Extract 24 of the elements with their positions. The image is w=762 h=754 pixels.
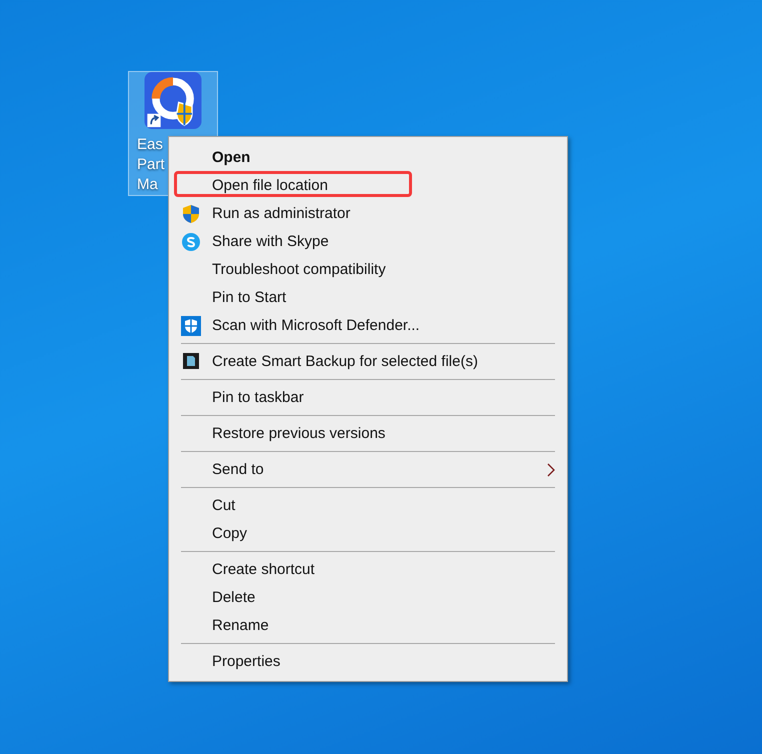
- menu-item[interactable]: Run as administrator: [169, 199, 567, 227]
- menu-item[interactable]: Pin to Start: [169, 283, 567, 311]
- menu-item[interactable]: Rename: [169, 611, 567, 639]
- menu-item[interactable]: Pin to taskbar: [169, 383, 567, 411]
- icon-label: Part: [137, 155, 165, 175]
- menu-item[interactable]: Delete: [169, 583, 567, 611]
- menu-item[interactable]: Share with Skype: [169, 227, 567, 255]
- shield-icon: [181, 204, 201, 224]
- app-icon: [143, 72, 203, 129]
- skype-icon: [181, 232, 201, 252]
- menu-item[interactable]: Restore previous versions: [169, 419, 567, 447]
- menu-item[interactable]: Troubleshoot compatibility: [169, 255, 567, 283]
- menu-item[interactable]: Scan with Microsoft Defender...: [169, 311, 567, 339]
- icon-label: Ma: [137, 175, 159, 195]
- menu-item[interactable]: Create shortcut: [169, 555, 567, 583]
- menu-item[interactable]: Cut: [169, 491, 567, 519]
- menu-item[interactable]: Create Smart Backup for selected file(s): [169, 347, 567, 375]
- menu-item[interactable]: Send to: [169, 455, 567, 483]
- chevron-right-icon: [547, 463, 555, 477]
- menu-item[interactable]: Copy: [169, 519, 567, 547]
- menu-item[interactable]: Properties: [169, 647, 567, 675]
- shield-icon: [181, 316, 201, 336]
- backup-icon: [183, 353, 199, 369]
- icon-label: Eas: [137, 135, 164, 155]
